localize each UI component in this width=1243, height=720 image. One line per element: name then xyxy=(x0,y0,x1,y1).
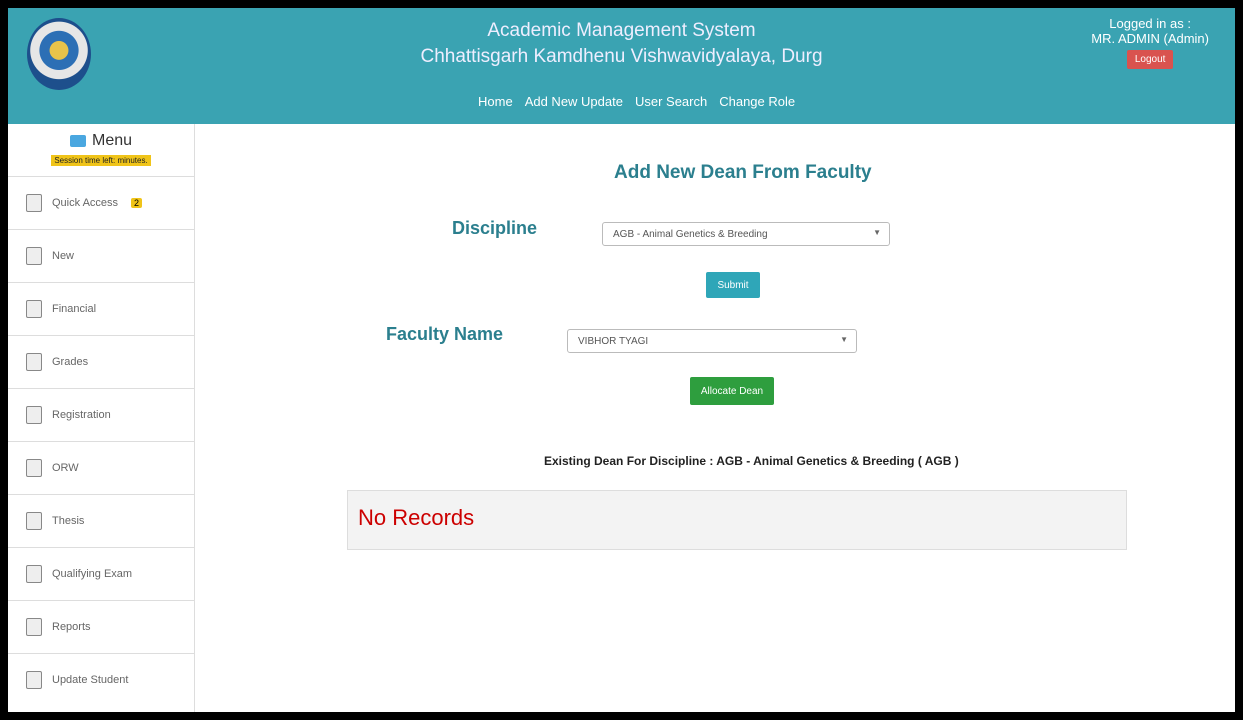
sidebar-item-label: Registration xyxy=(52,409,111,421)
faculty-select[interactable]: VIBHOR TYAGI ▼ xyxy=(567,329,857,353)
discipline-label: Discipline xyxy=(452,218,538,238)
new-file-icon xyxy=(26,247,42,265)
user-icon xyxy=(26,406,42,424)
login-info: Logged in as : MR. ADMIN (Admin) Logout xyxy=(1091,16,1209,69)
sidebar-item-label: Financial xyxy=(52,303,97,315)
discipline-select[interactable]: AGB - Animal Genetics & Breeding ▼ xyxy=(602,222,890,246)
sidebar-item-qualifying-exam[interactable]: Qualifying Exam xyxy=(8,547,194,600)
update-icon xyxy=(26,671,42,689)
sidebar-item-reports[interactable]: Reports xyxy=(8,600,194,653)
discipline-select-value: AGB - Animal Genetics & Breeding xyxy=(613,228,768,240)
submit-button[interactable]: Submit xyxy=(706,272,760,298)
menu-label: Menu xyxy=(91,132,133,149)
sidebar-item-thesis[interactable]: Thesis xyxy=(8,494,194,547)
sidebar-item-label: New xyxy=(52,250,75,262)
home-icon xyxy=(69,135,86,147)
main-content: Add New Dean From Faculty Discipline AGB… xyxy=(194,124,1235,712)
faculty-name-label: Faculty Name xyxy=(386,324,504,344)
logged-in-label: Logged in as : xyxy=(1109,16,1191,31)
sidebar-item-label: Update Student xyxy=(52,674,129,686)
sidebar-item-label: Qualifying Exam xyxy=(52,568,133,580)
existing-dean-text: Existing Dean For Discipline : AGB - Ani… xyxy=(544,454,959,468)
grid-icon xyxy=(26,512,42,530)
sidebar-item-label: Grades xyxy=(52,356,89,368)
top-nav: Home Add New Update User Search Change R… xyxy=(478,84,795,118)
sidebar-item-orw[interactable]: ORW xyxy=(8,441,194,494)
faculty-select-value: VIBHOR TYAGI xyxy=(578,335,649,347)
report-icon xyxy=(26,618,42,636)
sidebar-item-financial[interactable]: Financial xyxy=(8,282,194,335)
chevron-down-icon: ▼ xyxy=(840,335,848,344)
no-records-text: No Records xyxy=(358,505,475,530)
sidebar: Menu Session time left: minutes. Quick A… xyxy=(8,124,195,712)
nav-add-new-update[interactable]: Add New Update xyxy=(525,94,623,109)
session-timer: Session time left: minutes. xyxy=(51,155,151,166)
sidebar-item-update-student[interactable]: Update Student xyxy=(8,653,194,706)
menu-title: Menu xyxy=(8,124,194,150)
sidebar-item-grades[interactable]: Grades xyxy=(8,335,194,388)
sidebar-item-quick-access[interactable]: Quick Access 2 xyxy=(8,176,194,229)
chevron-down-icon: ▼ xyxy=(873,228,881,237)
sidebar-item-label: Reports xyxy=(52,621,91,633)
nav-home[interactable]: Home xyxy=(478,94,513,109)
document-icon xyxy=(26,565,42,583)
logged-in-user: MR. ADMIN (Admin) xyxy=(1091,31,1209,46)
menu-header: Menu Session time left: minutes. xyxy=(8,124,194,176)
sidebar-item-label: Quick Access xyxy=(52,197,119,209)
grid-icon xyxy=(26,353,42,371)
sidebar-item-label: Thesis xyxy=(52,515,85,527)
page-title: Add New Dean From Faculty xyxy=(614,162,872,183)
money-bag-icon xyxy=(26,300,42,318)
logout-button[interactable]: Logout xyxy=(1126,50,1174,69)
sidebar-item-registration[interactable]: Registration xyxy=(8,388,194,441)
university-name: Chhattisgarh Kamdhenu Vishwavidyalaya, D… xyxy=(420,46,823,67)
app-frame: Academic Management System Chhattisgarh … xyxy=(8,8,1235,712)
quick-access-badge: 2 xyxy=(131,198,143,208)
nav-change-role[interactable]: Change Role xyxy=(719,94,795,109)
grid-icon xyxy=(26,459,42,477)
header: Academic Management System Chhattisgarh … xyxy=(8,8,1235,124)
app-title: Academic Management System xyxy=(487,20,756,41)
quick-access-icon xyxy=(26,194,42,212)
allocate-dean-button[interactable]: Allocate Dean xyxy=(690,377,774,405)
nav-user-search[interactable]: User Search xyxy=(635,94,707,109)
sidebar-item-label: ORW xyxy=(52,462,79,474)
records-panel: No Records xyxy=(347,490,1127,550)
sidebar-item-new[interactable]: New xyxy=(8,229,194,282)
